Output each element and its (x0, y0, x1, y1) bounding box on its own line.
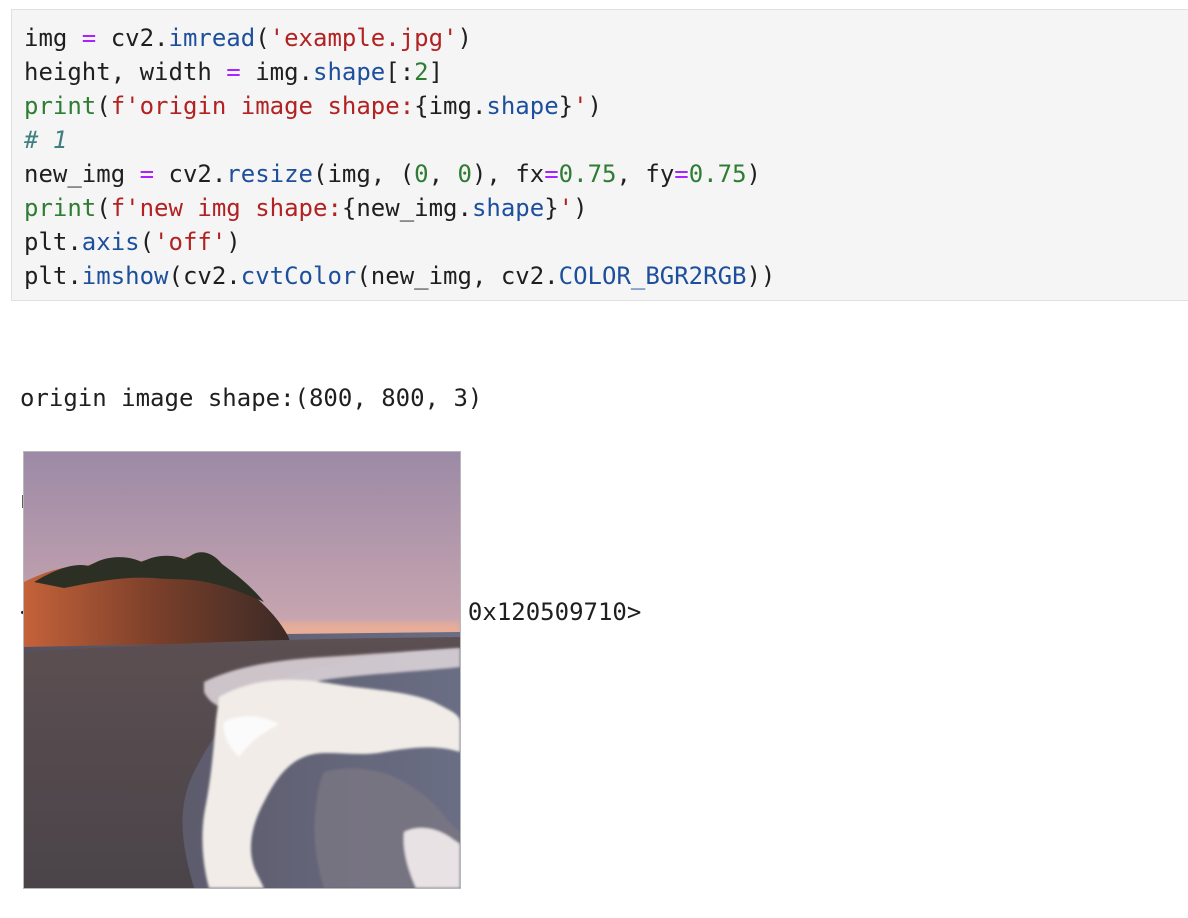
code-line: plt.imshow(cv2.cvtColor(new_img, cv2.COL… (24, 259, 775, 293)
code-token: 0 (457, 160, 472, 188)
code-token: ( (139, 228, 155, 256)
stdout-line: origin image shape:(800, 800, 3) (20, 384, 483, 412)
code-token: shape (486, 92, 559, 120)
code-token: plt. (24, 228, 82, 256)
code-token: COLOR_BGR2RGB (558, 262, 747, 290)
code-token: ) (587, 92, 602, 120)
code-token: height, width (24, 58, 227, 86)
code-token: imshow (81, 262, 169, 290)
code-token: 'example.jpg' (269, 24, 458, 52)
code-token: ' (573, 92, 588, 120)
code-token: ) (746, 160, 761, 188)
code-token: print (24, 194, 97, 222)
code-token: print (24, 92, 97, 120)
code-token: = (139, 160, 155, 188)
code-line: new_img = cv2.resize(img, (0, 0), fx=0.7… (24, 157, 775, 191)
code-token: (cv2. (168, 262, 241, 290)
code-token: (new_img, cv2. (356, 262, 559, 290)
code-token: ) (573, 194, 588, 222)
code-token: ( (96, 194, 111, 222)
code-token: [: (385, 58, 415, 86)
code-token: ) (226, 228, 241, 256)
code-line: print(f'new img shape:{new_img.shape}') (24, 191, 775, 225)
code-token: img (24, 24, 82, 52)
code-token: } (558, 92, 574, 120)
code-token: f'origin image shape: (110, 92, 415, 120)
code-token: shape (471, 194, 545, 222)
code-token: shape (313, 58, 386, 86)
code-token: ), fx (471, 160, 545, 188)
code-token: # 1 (24, 126, 68, 154)
code-token: plt. (24, 262, 82, 290)
code-token: ' (558, 194, 574, 222)
code-token: f'new img shape: (110, 194, 342, 222)
code-token: cvtColor (240, 262, 357, 290)
code-token: 0.75 (688, 160, 747, 188)
code-token: 2 (414, 58, 429, 86)
code-token: , fy (616, 160, 675, 188)
code-token: = (81, 24, 97, 52)
code-token: 'off' (154, 228, 227, 256)
code-token: )) (746, 262, 776, 290)
code-token: (img, ( (313, 160, 415, 188)
code-token: img. (240, 58, 313, 86)
code-token: cv2. (154, 160, 227, 188)
code-line: # 1 (24, 123, 775, 157)
code-token: ) (457, 24, 472, 52)
code-token: ] (428, 58, 444, 86)
code-editor[interactable]: img = cv2.imread('example.jpg') height, w… (24, 21, 775, 293)
code-line: height, width = img.shape[:2] (24, 55, 775, 89)
code-token: ( (96, 92, 111, 120)
code-token: 0.75 (558, 160, 617, 188)
code-cell[interactable]: img = cv2.imread('example.jpg') height, w… (11, 9, 1188, 301)
code-token: ( (255, 24, 270, 52)
output-image (23, 451, 461, 889)
beach-sunset-photo (24, 452, 460, 888)
code-token: new_img (24, 160, 140, 188)
code-token: {img. (414, 92, 487, 120)
code-token: 0 (414, 160, 429, 188)
code-token: {new_img. (341, 194, 472, 222)
code-token: resize (226, 160, 313, 188)
code-token: = (674, 160, 689, 188)
code-line: print(f'origin image shape:{img.shape}') (24, 89, 775, 123)
code-token: cv2. (96, 24, 169, 52)
code-token: axis (81, 228, 140, 256)
code-token: = (544, 160, 559, 188)
code-token: } (544, 194, 559, 222)
code-token: imread (168, 24, 256, 52)
code-token: , (428, 160, 458, 188)
code-line: img = cv2.imread('example.jpg') (24, 21, 775, 55)
code-token: = (226, 58, 241, 86)
code-line: plt.axis('off') (24, 225, 775, 259)
